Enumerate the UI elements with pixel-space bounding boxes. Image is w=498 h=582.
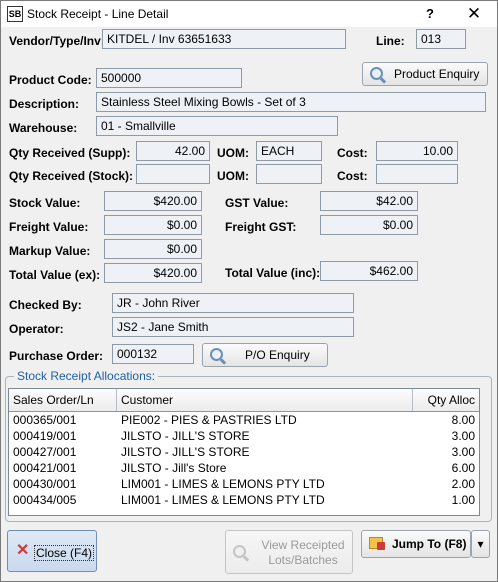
qty-received-stock-field[interactable]	[136, 164, 210, 184]
chevron-down-icon: ▾	[477, 537, 484, 551]
stock-value-field[interactable]: $420.00	[104, 191, 202, 211]
line-field[interactable]: 013	[416, 29, 466, 49]
cell-qty-alloc: 3.00	[451, 445, 475, 459]
gst-value-field[interactable]: $42.00	[320, 191, 418, 211]
column-header-customer[interactable]: Customer	[117, 389, 413, 411]
qty-received-supp-label: Qty Received (Supp):	[9, 146, 131, 160]
cell-customer: PIE002 - PIES & PASTRIES LTD	[121, 413, 297, 427]
jump-to-button[interactable]: Jump To (F8)	[361, 530, 471, 558]
checked-by-field[interactable]: JR - John River	[112, 293, 354, 313]
purchase-order-field[interactable]: 000132	[112, 344, 194, 364]
cell-sales-order: 000427/001	[13, 445, 77, 459]
total-inc-field[interactable]: $462.00	[320, 261, 418, 281]
po-enquiry-label: P/O Enquiry	[245, 348, 310, 362]
uom-supp-field[interactable]: EACH	[256, 141, 322, 161]
stock-value-label: Stock Value:	[9, 196, 81, 210]
table-row[interactable]: 000434/005 LIM001 - LIMES & LEMONS PTY L…	[9, 492, 479, 508]
cost-stock-label: Cost:	[337, 169, 368, 183]
cell-sales-order: 000430/001	[13, 477, 77, 491]
app-icon: SB	[7, 6, 23, 22]
uom-stock-field[interactable]	[256, 164, 322, 184]
markup-value-label: Markup Value:	[9, 244, 91, 258]
vendor-label: Vendor/Type/Inv:	[9, 34, 105, 48]
cell-sales-order: 000421/001	[13, 461, 77, 475]
total-inc-label: Total Value (inc):	[225, 266, 321, 280]
column-header-qty-alloc[interactable]: Qty Alloc	[413, 389, 479, 411]
operator-label: Operator:	[9, 322, 64, 336]
line-label: Line:	[376, 34, 405, 48]
operator-field[interactable]: JS2 - Jane Smith	[112, 317, 354, 337]
close-button-label: Close (F4)	[34, 545, 95, 561]
cell-customer: JILSTO - Jill's Store	[121, 461, 227, 475]
po-enquiry-button[interactable]: P/O Enquiry	[202, 343, 328, 367]
cell-qty-alloc: 2.00	[451, 477, 475, 491]
freight-gst-field[interactable]: $0.00	[320, 215, 418, 235]
cell-qty-alloc: 3.00	[451, 429, 475, 443]
cell-qty-alloc: 1.00	[451, 493, 475, 507]
table-row[interactable]: 000365/001 PIE002 - PIES & PASTRIES LTD …	[9, 412, 479, 428]
arrow-badge-icon	[377, 542, 385, 550]
cell-sales-order: 000434/005	[13, 493, 77, 507]
table-row[interactable]: 000427/001 JILSTO - JILL'S STORE 3.00	[9, 444, 479, 460]
help-button[interactable]: ?	[419, 5, 441, 23]
qty-received-supp-field[interactable]: 42.00	[136, 141, 210, 161]
window-title: Stock Receipt - Line Detail	[27, 7, 169, 21]
table-row[interactable]: 000430/001 LIM001 - LIMES & LEMONS PTY L…	[9, 476, 479, 492]
total-ex-field[interactable]: $420.00	[104, 263, 202, 283]
total-ex-label: Total Value (ex):	[9, 268, 101, 282]
title-bar: SB Stock Receipt - Line Detail ? ✕	[1, 1, 497, 27]
view-lots-line2: Lots/Batches	[268, 553, 338, 567]
allocations-title: Stock Receipt Allocations:	[14, 369, 159, 383]
table-row[interactable]: 000419/001 JILSTO - JILL'S STORE 3.00	[9, 428, 479, 444]
cell-qty-alloc: 6.00	[451, 461, 475, 475]
checked-by-label: Checked By:	[9, 298, 82, 312]
jump-to-label: Jump To (F8)	[392, 537, 467, 551]
product-code-label: Product Code:	[9, 73, 92, 87]
cell-sales-order: 000365/001	[13, 413, 77, 427]
freight-gst-label: Freight GST:	[225, 220, 297, 234]
cell-customer: LIM001 - LIMES & LEMONS PTY LTD	[121, 477, 325, 491]
cost-supp-label: Cost:	[337, 146, 368, 160]
cell-qty-alloc: 8.00	[451, 413, 475, 427]
warehouse-field[interactable]: 01 - Smallville	[96, 116, 338, 136]
cell-sales-order: 000419/001	[13, 429, 77, 443]
qty-received-stock-label: Qty Received (Stock):	[9, 169, 134, 183]
view-lots-line1: View Receipted	[261, 538, 345, 552]
product-code-field[interactable]: 500000	[96, 68, 242, 88]
freight-value-field[interactable]: $0.00	[104, 215, 202, 235]
warehouse-label: Warehouse:	[9, 121, 78, 135]
uom-supp-label: UOM:	[217, 146, 249, 160]
vendor-field[interactable]: KITDEL / Inv 63651633	[102, 29, 346, 49]
table-row[interactable]: 000421/001 JILSTO - Jill's Store 6.00	[9, 460, 479, 476]
uom-stock-label: UOM:	[217, 169, 249, 183]
markup-value-field[interactable]: $0.00	[104, 239, 202, 259]
column-header-sales-order[interactable]: Sales Order/Ln	[9, 389, 117, 411]
description-field[interactable]: Stainless Steel Mixing Bowls - Set of 3	[96, 92, 486, 112]
gst-value-label: GST Value:	[225, 196, 289, 210]
product-enquiry-label: Product Enquiry	[394, 67, 480, 81]
close-icon: ✕	[16, 542, 30, 559]
cell-customer: JILSTO - JILL'S STORE	[121, 429, 250, 443]
view-receipted-lots-button[interactable]: View Receipted Lots/Batches	[225, 530, 353, 574]
grid-header: Sales Order/Ln Customer Qty Alloc	[9, 389, 479, 412]
product-enquiry-button[interactable]: Product Enquiry	[362, 62, 488, 86]
freight-value-label: Freight Value:	[9, 220, 89, 234]
jump-to-dropdown-button[interactable]: ▾	[471, 530, 490, 558]
cost-supp-field[interactable]: 10.00	[376, 141, 458, 161]
cell-customer: LIM001 - LIMES & LEMONS PTY LTD	[121, 493, 325, 507]
description-label: Description:	[9, 97, 80, 111]
cost-stock-field[interactable]	[376, 164, 458, 184]
close-button[interactable]: ✕ Close (F4)	[7, 530, 97, 572]
cell-customer: JILSTO - JILL'S STORE	[121, 445, 250, 459]
purchase-order-label: Purchase Order:	[9, 349, 104, 363]
allocations-grid[interactable]: Sales Order/Ln Customer Qty Alloc 000365…	[8, 388, 480, 516]
close-window-button[interactable]: ✕	[461, 4, 487, 24]
